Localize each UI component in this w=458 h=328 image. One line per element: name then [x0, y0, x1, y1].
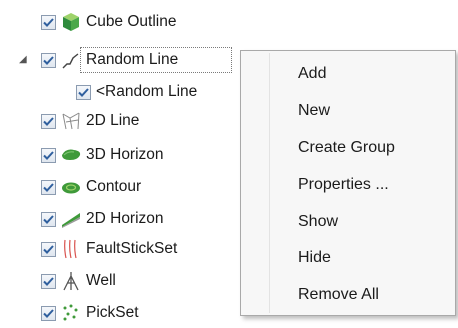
menu-item-new[interactable]: New — [298, 102, 330, 120]
checkmark-icon — [43, 55, 54, 65]
fault-stick-set-icon — [64, 239, 77, 259]
menu-item-add[interactable]: Add — [298, 65, 326, 83]
checkmark-icon — [43, 150, 54, 160]
menu-item-remove-all[interactable]: Remove All — [298, 286, 379, 304]
tree-item-label: 2D Line — [86, 112, 140, 129]
random-line-icon — [62, 53, 79, 69]
tree-item-label: 2D Horizon — [86, 210, 164, 227]
tree-item-contour[interactable]: Contour — [0, 172, 240, 202]
checkbox[interactable] — [41, 211, 56, 227]
checkmark-icon — [43, 244, 54, 254]
well-icon — [63, 272, 79, 291]
2d-horizon-icon — [62, 213, 80, 228]
checkmark-icon — [43, 214, 54, 224]
tree-item-label: PickSet — [86, 304, 139, 321]
tree-item-label: Contour — [86, 178, 142, 195]
pickset-icon — [63, 304, 78, 321]
checkbox[interactable] — [41, 179, 56, 195]
tree-item-label: Cube Outline — [86, 13, 177, 30]
selection-focus-box — [80, 47, 232, 73]
tree-item-label: FaultStickSet — [86, 240, 178, 257]
tree-item-2d-horizon[interactable]: 2D Horizon — [0, 204, 240, 234]
checkbox[interactable] — [41, 113, 56, 129]
tree-item-label: <Random Line — [96, 83, 198, 100]
checkmark-icon — [43, 276, 54, 286]
tree-item-pickset[interactable]: PickSet — [0, 298, 240, 328]
checkbox[interactable] — [41, 241, 56, 257]
tree-item-random-line-child[interactable]: <Random Line — [0, 77, 240, 107]
tree-item-well[interactable]: Well — [0, 266, 240, 296]
checkmark-icon — [43, 116, 54, 126]
checkbox[interactable] — [76, 84, 91, 100]
menu-item-show[interactable]: Show — [298, 213, 338, 231]
checkmark-icon — [43, 308, 54, 318]
menu-item-hide[interactable]: Hide — [298, 249, 331, 267]
checkmark-icon — [78, 87, 89, 97]
cube-icon — [63, 13, 79, 31]
checkbox[interactable] — [41, 14, 56, 30]
expand-triangle-icon[interactable]: ◢ — [19, 55, 29, 65]
tree-item-2d-line[interactable]: 2D Line — [0, 106, 240, 136]
checkbox[interactable] — [41, 273, 56, 289]
3d-horizon-icon — [62, 149, 81, 160]
tree-item-fault-stick-set[interactable]: FaultStickSet — [0, 234, 240, 264]
context-menu: Add New Create Group Properties ... Show… — [240, 50, 456, 316]
checkbox[interactable] — [41, 305, 56, 321]
menu-icon-gutter-divider — [269, 53, 270, 313]
tree-item-3d-horizon[interactable]: 3D Horizon — [0, 140, 240, 170]
2d-line-icon — [62, 112, 80, 130]
tree-item-label: 3D Horizon — [86, 146, 164, 163]
checkbox[interactable] — [41, 147, 56, 163]
checkbox[interactable] — [41, 52, 56, 68]
menu-item-create-group[interactable]: Create Group — [298, 139, 395, 157]
checkmark-icon — [43, 17, 54, 27]
checkmark-icon — [43, 182, 54, 192]
tree-item-cube-outline[interactable]: Cube Outline — [0, 7, 240, 37]
contour-icon — [62, 182, 80, 194]
menu-item-properties[interactable]: Properties ... — [298, 176, 389, 194]
tree-item-label: Well — [86, 272, 116, 289]
